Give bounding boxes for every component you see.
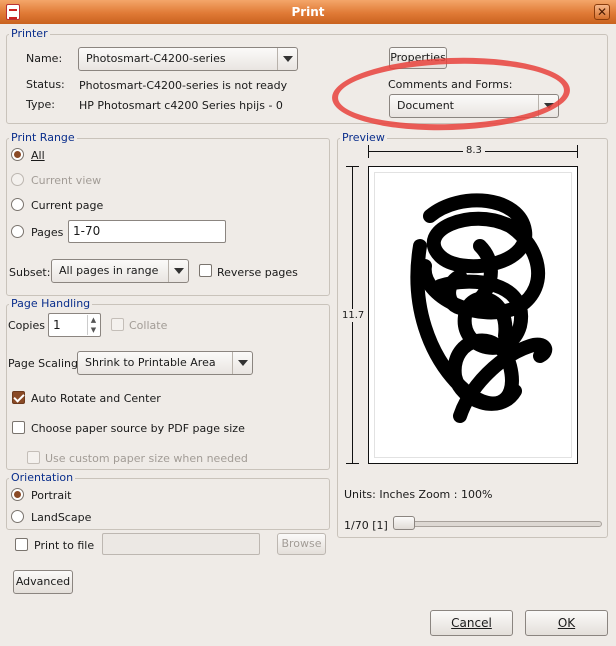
- cancel-button[interactable]: Cancel: [430, 610, 513, 636]
- browse-button: Browse: [277, 533, 326, 555]
- reverse-pages-label: Reverse pages: [217, 266, 298, 279]
- redaction-scribble: [410, 193, 553, 423]
- page-scaling-select[interactable]: Shrink to Printable Area: [77, 351, 253, 375]
- paper-source-label: Choose paper source by PDF page size: [31, 422, 245, 435]
- height-tick-bottom: [346, 463, 359, 464]
- status-value: Photosmart-C4200-series is not ready: [79, 79, 288, 92]
- paper-source-checkbox[interactable]: [12, 421, 25, 434]
- custom-paper-label: Use custom paper size when needed: [45, 452, 248, 465]
- copies-label: Copies: [8, 319, 45, 332]
- close-icon[interactable]: ✕: [594, 4, 610, 20]
- print-to-file-checkbox[interactable]: [15, 538, 28, 551]
- printer-name-value: Photosmart-C4200-series: [86, 52, 226, 65]
- pages-radio[interactable]: [11, 225, 24, 238]
- custom-paper-checkbox: [27, 451, 40, 464]
- height-value: 11.7: [342, 309, 365, 322]
- chevron-down-icon: [168, 260, 188, 282]
- height-tick-top: [346, 166, 359, 167]
- orientation-legend: Orientation: [9, 471, 76, 484]
- status-label: Status:: [26, 78, 65, 91]
- advanced-button[interactable]: Advanced: [13, 570, 73, 594]
- width-tick-right: [577, 145, 578, 158]
- page-slider-thumb[interactable]: [393, 516, 415, 530]
- portrait-radio[interactable]: [11, 488, 24, 501]
- all-radio[interactable]: [11, 148, 24, 161]
- page-scaling-label: Page Scaling: [8, 357, 78, 370]
- current-view-label: Current view: [31, 174, 102, 187]
- page-handling-legend: Page Handling: [9, 297, 93, 310]
- page-scaling-value: Shrink to Printable Area: [85, 356, 216, 369]
- printer-legend: Printer: [9, 27, 50, 40]
- stepper-up-icon[interactable]: ▲: [87, 315, 99, 325]
- print-to-file-path: [102, 533, 260, 555]
- subset-value: All pages in range: [59, 264, 159, 277]
- width-value: 8.3: [463, 145, 485, 156]
- pages-label: Pages: [31, 226, 64, 239]
- chevron-down-icon: [232, 352, 252, 374]
- current-page-label: Current page: [31, 199, 104, 212]
- stepper-down-icon[interactable]: ▼: [87, 325, 99, 335]
- reverse-pages-checkbox[interactable]: [199, 264, 212, 277]
- preview-legend: Preview: [340, 131, 387, 144]
- width-tick-left: [368, 145, 369, 158]
- auto-rotate-label: Auto Rotate and Center: [31, 392, 161, 405]
- all-label: All: [31, 149, 45, 162]
- landscape-label: LandScape: [31, 511, 92, 524]
- window-title: Print: [291, 5, 325, 19]
- subset-select[interactable]: All pages in range: [51, 259, 189, 283]
- collate-checkbox: [111, 318, 124, 331]
- type-value: HP Photosmart c4200 Series hpijs - 0: [79, 99, 283, 112]
- pdf-app-icon: [6, 4, 20, 20]
- current-view-radio: [11, 173, 24, 186]
- page-slider-track[interactable]: [394, 521, 602, 527]
- chevron-down-icon: [277, 48, 297, 70]
- copies-stepper[interactable]: 1 ▲ ▼: [48, 313, 101, 337]
- units-zoom-text: Units: Inches Zoom : 100%: [344, 488, 493, 501]
- title-bar: Print: [0, 0, 616, 24]
- printer-name-label: Name:: [26, 52, 63, 65]
- subset-label: Subset:: [9, 266, 51, 279]
- print-to-file-label: Print to file: [34, 539, 95, 552]
- page-indicator: 1/70 [1]: [344, 519, 388, 532]
- current-page-radio[interactable]: [11, 198, 24, 211]
- printer-name-select[interactable]: Photosmart-C4200-series: [78, 47, 298, 71]
- print-range-legend: Print Range: [9, 131, 77, 144]
- portrait-label: Portrait: [31, 489, 72, 502]
- type-label: Type:: [26, 98, 55, 111]
- pages-input[interactable]: 1-70: [68, 220, 226, 243]
- auto-rotate-checkbox[interactable]: [12, 391, 25, 404]
- landscape-radio[interactable]: [11, 510, 24, 523]
- collate-label: Collate: [129, 319, 168, 332]
- ok-button[interactable]: OK: [525, 610, 608, 636]
